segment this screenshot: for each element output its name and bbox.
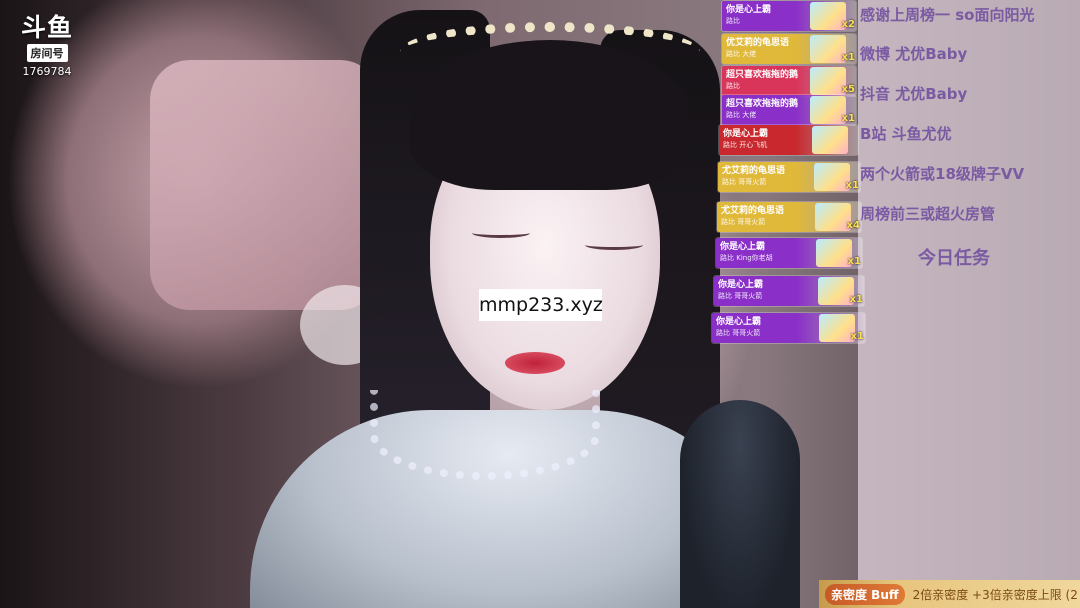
info-line: 感谢上周榜一 so面向阳光 <box>860 6 1035 24</box>
gift-sender: 路比 大佬 <box>726 50 757 58</box>
gift-card-text: 超只喜欢拖拖的鹅 路比 <box>722 70 798 92</box>
gift-count: x2 <box>841 19 855 30</box>
buff-bar[interactable]: 亲密度 Buff 2倍亲密度 +3倍亲密度上限 (2 <box>819 580 1080 608</box>
gift-title: 尤艾莉的龟思语 <box>721 206 785 216</box>
lips <box>505 352 565 374</box>
gift-count: x1 <box>841 113 855 124</box>
gift-card: 优艾莉的龟思语 路比 大佬 x1 <box>722 34 856 64</box>
info-panel: 感谢上周榜一 so面向阳光 微博 尤优Baby 抖音 尤优Baby B站 斗鱼尤… <box>858 0 1080 608</box>
gift-title: 优艾莉的龟思语 <box>726 38 790 48</box>
gift-title: 超只喜欢拖拖的鹅 <box>726 99 799 109</box>
gift-card: 你是心上霸路比 开心飞机 <box>719 125 858 155</box>
gift-sender: 路比 哥哥火箭 <box>721 218 766 226</box>
gift-card-text: 你是心上霸路比 哥哥火箭 <box>712 317 761 339</box>
gift-card-text: 你是心上霸路比 哥哥火箭 <box>714 280 763 302</box>
gift-count: x1 <box>850 331 864 342</box>
gift-sender: 路比 哥哥火箭 <box>722 178 767 186</box>
gift-card-text: 你是心上霸路比 King你老胡 <box>716 242 773 264</box>
gift-sender: 路比 <box>726 82 740 90</box>
info-line: B站 斗鱼尤优 <box>860 125 952 143</box>
info-line: 微博 尤优Baby <box>860 45 968 63</box>
gift-title: 你是心上霸 <box>723 129 769 139</box>
gift-sender: 路比 开心飞机 <box>723 141 768 149</box>
background-pillow <box>150 60 380 310</box>
eye-right <box>585 240 643 250</box>
info-line: 两个火箭或18级牌子VV <box>860 165 1025 183</box>
douyu-logo: 斗鱼 房间号 1769784 <box>14 13 80 79</box>
gift-card: 超只喜欢拖拖的鹅 路比 大佬 x1 <box>722 95 856 125</box>
gift-title: 你是心上霸 <box>726 5 772 15</box>
gift-card: 尤艾莉的龟思语 路比 哥哥火箭 x4 <box>717 202 861 232</box>
gift-icon <box>812 126 848 154</box>
gift-card-text: 你是心上霸 路比 <box>722 5 771 27</box>
gift-count: x5 <box>841 84 855 95</box>
gift-count: x1 <box>849 294 863 305</box>
buff-text: 2倍亲密度 +3倍亲密度上限 (2 <box>912 587 1078 602</box>
gift-sender: 路比 哥哥火箭 <box>716 329 761 337</box>
gift-card: 超只喜欢拖拖的鹅 路比 x5 <box>722 66 856 96</box>
gift-sender: 路比 <box>726 17 740 25</box>
room-label: 房间号 <box>26 44 68 62</box>
gift-count: x1 <box>847 256 861 267</box>
info-line: 周榜前三或超火房管 <box>860 205 996 223</box>
buff-label[interactable]: 亲密度 Buff <box>825 583 905 605</box>
gift-title: 尤艾莉的龟思语 <box>722 166 786 176</box>
eye-left <box>472 228 530 238</box>
lace-collar <box>370 390 600 480</box>
gift-card-text: 超只喜欢拖拖的鹅 路比 大佬 <box>722 99 798 121</box>
gift-card: 你是心上霸路比 King你老胡 x1 <box>716 238 862 268</box>
gift-title: 超只喜欢拖拖的鹅 <box>726 70 799 80</box>
gift-count: x1 <box>841 52 855 63</box>
gift-title: 你是心上霸 <box>716 317 762 327</box>
gift-count: x4 <box>846 220 860 231</box>
gift-card: 你是心上霸路比 哥哥火箭 x1 <box>714 276 864 306</box>
gift-title: 你是心上霸 <box>718 280 764 290</box>
microphone <box>680 400 800 608</box>
gift-card-text: 尤艾莉的龟思语 路比 哥哥火箭 <box>717 206 784 228</box>
gift-title: 你是心上霸 <box>720 242 766 252</box>
room-number: 1769784 <box>22 65 72 78</box>
watermark-text: mmp233.xyz <box>479 289 603 321</box>
gift-sender: 路比 King你老胡 <box>720 254 773 262</box>
douyu-logo-mark: 斗鱼 <box>20 13 73 42</box>
gift-card: 你是心上霸路比 哥哥火箭 x1 <box>712 313 865 343</box>
gift-count: x1 <box>845 180 859 191</box>
gift-card-text: 尤艾莉的龟思语 路比 哥哥火箭 <box>718 166 785 188</box>
task-title: 今日任务 <box>918 248 990 269</box>
gift-sender: 路比 大佬 <box>726 111 757 119</box>
gift-card: 尤艾莉的龟思语 路比 哥哥火箭 x1 <box>718 162 860 192</box>
info-line: 抖音 尤优Baby <box>860 85 968 103</box>
gift-card-text: 优艾莉的龟思语 路比 大佬 <box>722 38 789 60</box>
gift-card-text: 你是心上霸路比 开心飞机 <box>719 129 768 151</box>
headband <box>400 22 700 82</box>
gift-card: 你是心上霸路比 x2 <box>722 1 856 31</box>
gift-sender: 路比 哥哥火箭 <box>718 292 763 300</box>
